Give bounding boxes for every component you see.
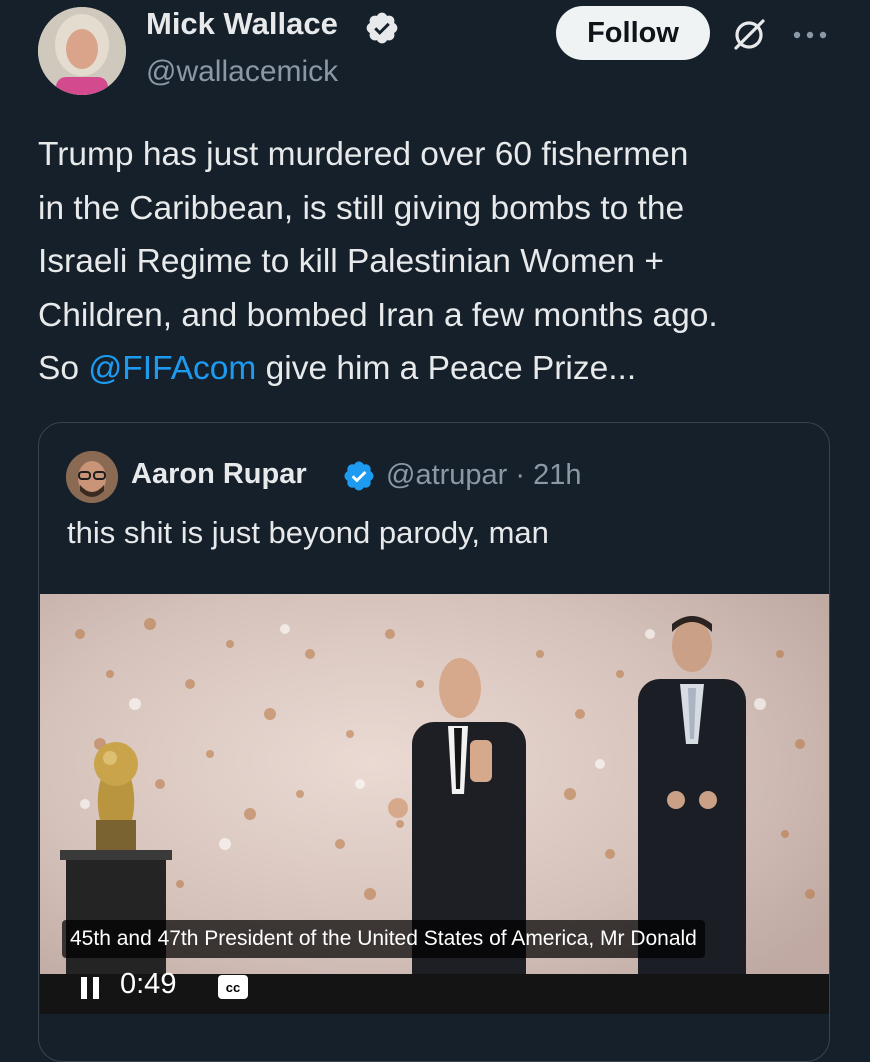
tweet-text-line: Israeli Regime to kill Palestinian Women… xyxy=(38,243,664,280)
quoted-author-display-name[interactable]: Aaron Rupar xyxy=(131,458,307,491)
author-avatar[interactable] xyxy=(38,7,126,95)
video-player[interactable]: 45th and 47th President of the United St… xyxy=(40,594,829,1014)
more-options-icon[interactable] xyxy=(792,30,828,40)
pause-icon[interactable] xyxy=(80,976,100,1000)
closed-captions-icon[interactable]: cc xyxy=(218,975,248,999)
tweet-text-line: Children, and bombed Iran a few months a… xyxy=(38,296,718,334)
quoted-tweet-text: this shit is just beyond parody, man xyxy=(67,515,549,550)
author-display-name[interactable]: Mick Wallace xyxy=(146,6,338,42)
mention-link[interactable]: @FIFAcom xyxy=(88,350,256,387)
tweet-text-line: in the Caribbean, is still giving bombs … xyxy=(38,189,685,227)
tweet-text-prefix: So xyxy=(38,350,89,387)
follow-button[interactable]: Follow xyxy=(556,6,710,60)
quoted-author-handle-time[interactable]: @atrupar · 21h xyxy=(386,459,581,492)
video-time: 0:49 xyxy=(120,968,177,1000)
video-caption: 45th and 47th President of the United St… xyxy=(62,920,705,958)
verified-badge-icon xyxy=(344,461,374,491)
quoted-tweet-card[interactable]: Aaron Rupar @atrupar · 21h this shit is … xyxy=(38,422,830,1062)
tweet-text: Trump has just murdered over 60 fisherme… xyxy=(38,128,848,396)
tweet-text-line: So @FIFAcom give him a Peace Prize... xyxy=(38,342,848,396)
grok-icon[interactable] xyxy=(730,16,768,54)
verified-badge-icon xyxy=(366,12,398,44)
video-controls: 0:49 cc xyxy=(40,964,829,1014)
tweet-text-line: Trump has just murdered over 60 fisherme… xyxy=(38,136,689,173)
quoted-author-avatar[interactable] xyxy=(66,451,118,503)
author-handle[interactable]: @wallacemick xyxy=(146,55,338,89)
tweet-text-suffix: give him a Peace Prize... xyxy=(256,350,637,387)
